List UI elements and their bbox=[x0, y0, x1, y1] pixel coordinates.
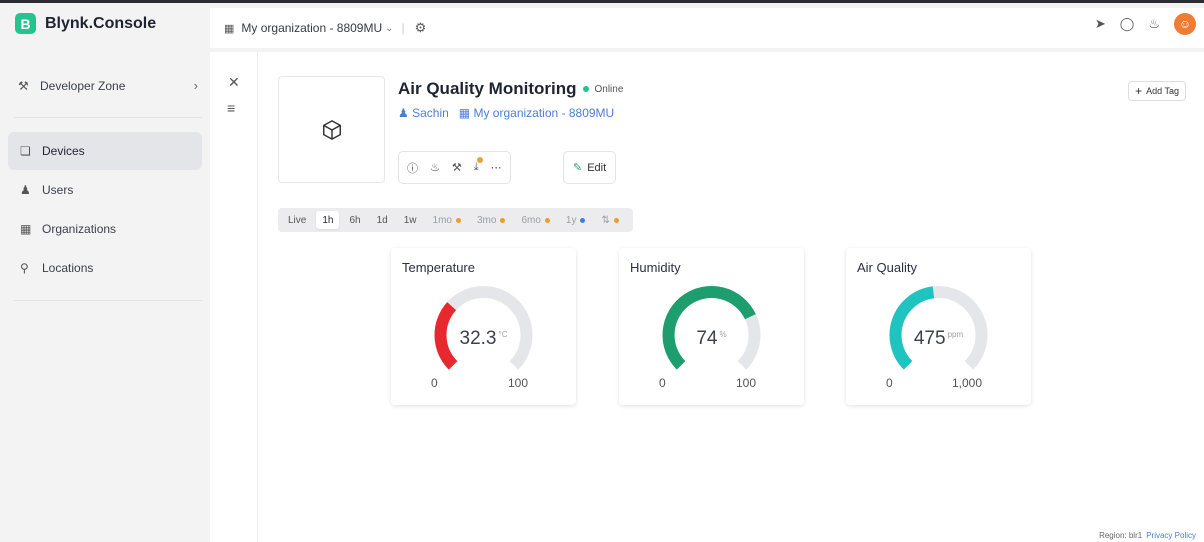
org-selector-bar: ▦ My organization - 8809MU ⌄ | ⚙ bbox=[210, 8, 1204, 48]
developer-zone[interactable]: ⚒ Developer Zone › bbox=[18, 78, 198, 93]
range-1w[interactable]: 1w bbox=[398, 211, 423, 229]
edit-icon: ✎ bbox=[573, 162, 583, 174]
upgrade-dot bbox=[544, 217, 550, 223]
add-tag-button[interactable]: + Add Tag bbox=[1128, 81, 1186, 101]
gauge-title: Humidity bbox=[630, 260, 681, 275]
owner-link[interactable]: ♟ Sachin bbox=[398, 106, 449, 120]
range-1d[interactable]: 1d bbox=[371, 211, 394, 229]
panel-controls: ✕ ≡ bbox=[210, 52, 258, 542]
range-1h[interactable]: 1h bbox=[316, 211, 340, 229]
sidebar-item-users[interactable]: ♟ Users bbox=[8, 171, 202, 209]
sidebar-nav: ❏ Devices ♟ Users ▦ Organizations ⚲ Loca… bbox=[8, 132, 202, 288]
gauge-title: Temperature bbox=[402, 260, 475, 275]
device-actions: ⓘ ♨ ⚒ ⤓ ⋯ bbox=[398, 151, 511, 184]
edit-button[interactable]: ✎ Edit bbox=[563, 151, 617, 184]
custom-range[interactable]: ⇅ bbox=[595, 211, 624, 229]
sidebar-item-label: Devices bbox=[42, 144, 85, 158]
cube-icon: ❏ bbox=[20, 144, 31, 158]
sidebar-item-locations[interactable]: ⚲ Locations bbox=[8, 249, 202, 287]
bell-icon[interactable]: ♨ bbox=[1148, 16, 1160, 32]
notification-badge bbox=[476, 157, 483, 163]
time-range-selector: Live 1h 6h 1d 1w 1mo 3mo 6mo 1y ⇅ bbox=[278, 208, 633, 232]
top-actions: ➤ ◯ ♨ ☺ bbox=[1095, 8, 1196, 40]
sidebar-item-label: Organizations bbox=[42, 222, 117, 236]
gauge-card-humidity: Humidity 74% 0 100 bbox=[619, 248, 804, 405]
gauge-min: 0 bbox=[431, 376, 438, 390]
building-icon: ▦ bbox=[20, 222, 32, 236]
status-dot bbox=[582, 86, 589, 92]
sidebar-item-devices[interactable]: ❏ Devices bbox=[8, 132, 202, 170]
plus-icon: + bbox=[1135, 84, 1143, 98]
more-icon[interactable]: ⋯ bbox=[491, 161, 502, 174]
device-meta: ♟ Sachin ▦ My organization - 8809MU bbox=[398, 106, 614, 120]
sidebar: ⚒ Developer Zone › ❏ Devices ♟ Users ▦ O… bbox=[0, 52, 210, 542]
close-icon[interactable]: ✕ bbox=[228, 74, 240, 91]
range-1mo[interactable]: 1mo bbox=[427, 211, 467, 229]
org-selector[interactable]: My organization - 8809MU bbox=[241, 21, 382, 35]
download-icon[interactable]: ⤓ bbox=[474, 157, 483, 174]
gauge-value: 475 ppm bbox=[913, 328, 964, 349]
chevron-down-icon[interactable]: ⌄ bbox=[385, 23, 393, 34]
gauge-card-temperature: Temperature 32.3 °C 0 100 bbox=[391, 248, 576, 405]
upgrade-dot bbox=[455, 217, 461, 223]
edit-label: Edit bbox=[587, 161, 607, 174]
privacy-policy-link[interactable]: Privacy Policy bbox=[1146, 531, 1196, 540]
org-link[interactable]: ▦ My organization - 8809MU bbox=[459, 106, 614, 120]
gauge-max: 1,000 bbox=[952, 376, 983, 390]
footer: Region: blr1 Privacy Policy bbox=[1099, 531, 1196, 540]
gauge-card-air-quality: Air Quality 475 ppm 0 1,000 bbox=[846, 248, 1031, 405]
upgrade-dot bbox=[500, 217, 506, 223]
app-name: Blynk.Console bbox=[45, 14, 157, 32]
info-icon[interactable]: ⓘ bbox=[407, 160, 418, 176]
gauge-max: 100 bbox=[736, 376, 757, 390]
upgrade-dot bbox=[580, 217, 586, 223]
bell-icon[interactable]: ♨ bbox=[430, 161, 440, 174]
range-6mo[interactable]: 6mo bbox=[515, 211, 555, 229]
chevron-right-icon: › bbox=[193, 78, 198, 93]
sidebar-item-label: Locations bbox=[42, 261, 94, 275]
range-6h[interactable]: 6h bbox=[343, 211, 366, 229]
user-icon: ♟ bbox=[398, 106, 413, 120]
sidebar-item-organizations[interactable]: ▦ Organizations bbox=[8, 210, 202, 248]
logo-mark: B bbox=[15, 13, 36, 34]
divider bbox=[14, 300, 202, 301]
gauge-value: 74% bbox=[696, 328, 727, 349]
help-icon[interactable]: ◯ bbox=[1120, 16, 1135, 32]
gear-icon[interactable]: ⚙ bbox=[415, 20, 427, 36]
gauge-min: 0 bbox=[659, 376, 666, 390]
megaphone-icon[interactable]: ➤ bbox=[1095, 16, 1106, 32]
range-live[interactable]: Live bbox=[282, 211, 312, 229]
status-badge: Online bbox=[594, 83, 624, 95]
divider bbox=[14, 117, 202, 118]
divider: | bbox=[401, 21, 405, 35]
pin-icon: ⚲ bbox=[20, 261, 29, 275]
main-panel: ✕ ≡ Air Quality Monitoring Online ♟ Sach… bbox=[210, 52, 1204, 542]
gauge-title: Air Quality bbox=[857, 260, 917, 275]
menu-icon[interactable]: ≡ bbox=[227, 100, 235, 116]
logo[interactable]: B Blynk.Console bbox=[15, 13, 156, 34]
device-name: Air Quality Monitoring bbox=[398, 79, 577, 98]
avatar[interactable]: ☺ bbox=[1174, 13, 1196, 35]
range-1y[interactable]: 1y bbox=[560, 211, 592, 229]
sliders-icon: ⇅ bbox=[601, 214, 610, 226]
cube-icon bbox=[322, 119, 341, 140]
developer-zone-label: Developer Zone bbox=[40, 78, 126, 93]
range-3mo[interactable]: 3mo bbox=[471, 211, 511, 229]
building-icon: ▦ bbox=[458, 106, 474, 120]
gauge-max: 100 bbox=[508, 376, 529, 390]
gauge-min: 0 bbox=[886, 376, 893, 390]
tools-icon: ⚒ bbox=[18, 78, 29, 93]
device-image bbox=[278, 76, 385, 183]
sidebar-item-label: Users bbox=[42, 183, 74, 197]
gauge-value: 32.3 °C bbox=[459, 328, 508, 349]
add-tag-label: Add Tag bbox=[1146, 86, 1179, 96]
region-label: Region: blr1 bbox=[1099, 531, 1143, 540]
upgrade-dot bbox=[613, 217, 619, 223]
users-icon: ♟ bbox=[20, 183, 31, 197]
device-header: Air Quality Monitoring Online bbox=[398, 79, 623, 99]
building-icon: ▦ bbox=[224, 22, 235, 35]
tools-icon[interactable]: ⚒ bbox=[452, 161, 462, 174]
